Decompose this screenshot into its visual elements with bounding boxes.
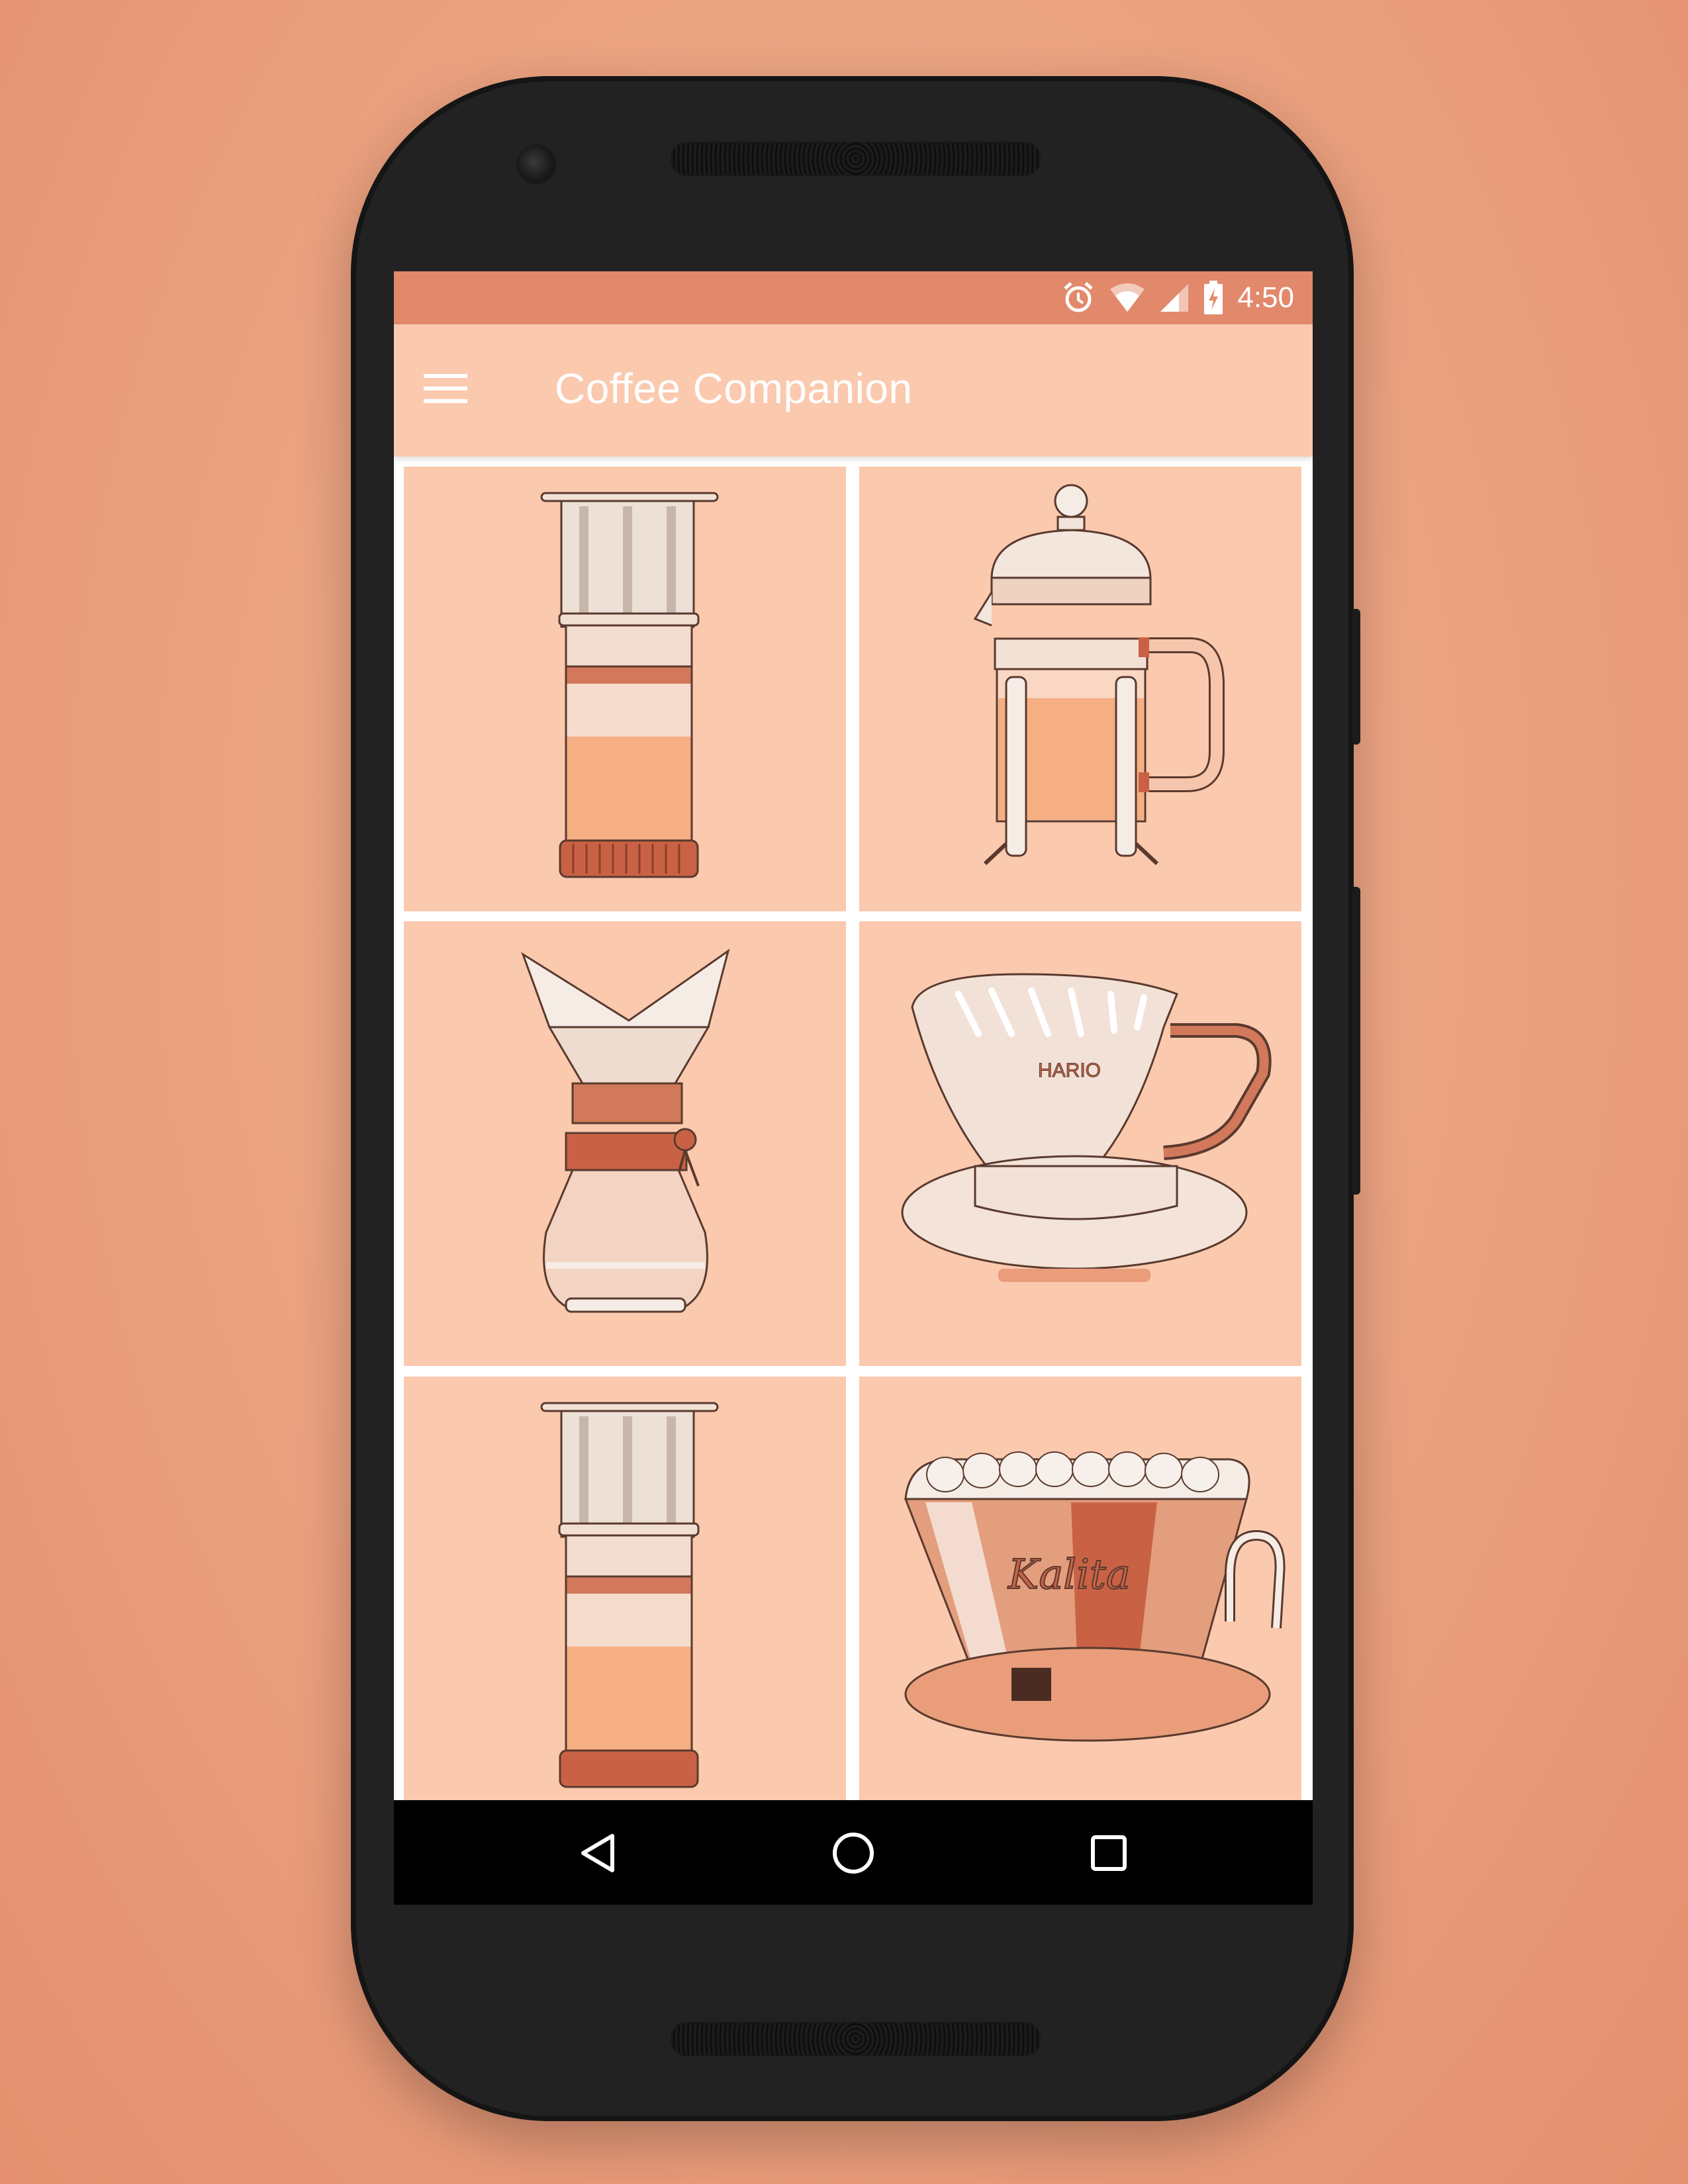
home-circle-icon[interactable] [827,1827,880,1880]
recents-square-icon[interactable] [1082,1827,1135,1880]
kalita-brand-label: Kalita [1008,1550,1131,1598]
tile-aeropress-2[interactable] [404,1377,846,1821]
brew-method-grid: HARIO Kalita [394,457,1313,1905]
kalita-wave-illustration-icon: Kalita [904,1451,1286,1742]
app-title: Coffee Companion [555,365,913,412]
back-triangle-icon[interactable] [571,1827,624,1880]
status-time: 4:50 [1237,281,1294,314]
hamburger-menu-icon[interactable] [424,365,470,412]
tile-french-press[interactable] [859,467,1301,911]
hario-brand-label: HARIO [1038,1060,1101,1081]
top-speaker-grille [671,142,1041,176]
alarm-icon [1061,281,1096,315]
volume-button [1352,609,1360,745]
wifi-icon [1109,283,1146,313]
cell-signal-icon [1159,283,1190,313]
tile-chemex[interactable] [404,921,846,1366]
french-press-illustration-icon [973,484,1225,866]
tile-kalita[interactable]: Kalita [859,1377,1301,1821]
aeropress-illustration-icon [540,1402,719,1788]
chemex-illustration-icon [521,948,730,1313]
battery-charging-icon [1203,281,1224,315]
bottom-speaker-grille [671,2022,1041,2056]
app-bar: Coffee Companion [394,324,1313,457]
status-bar: 4:50 [394,271,1313,324]
system-nav-bar [394,1800,1313,1905]
tile-hario-v60[interactable]: HARIO [859,921,1301,1366]
hario-v60-illustration-icon: HARIO [901,973,1272,1282]
aeropress-illustration-icon [540,492,719,878]
tile-aeropress[interactable] [404,467,846,911]
power-button [1352,887,1360,1195]
screen: 4:50 Coffee Companion HARIO Kalita [394,271,1313,1905]
front-camera [516,144,556,184]
